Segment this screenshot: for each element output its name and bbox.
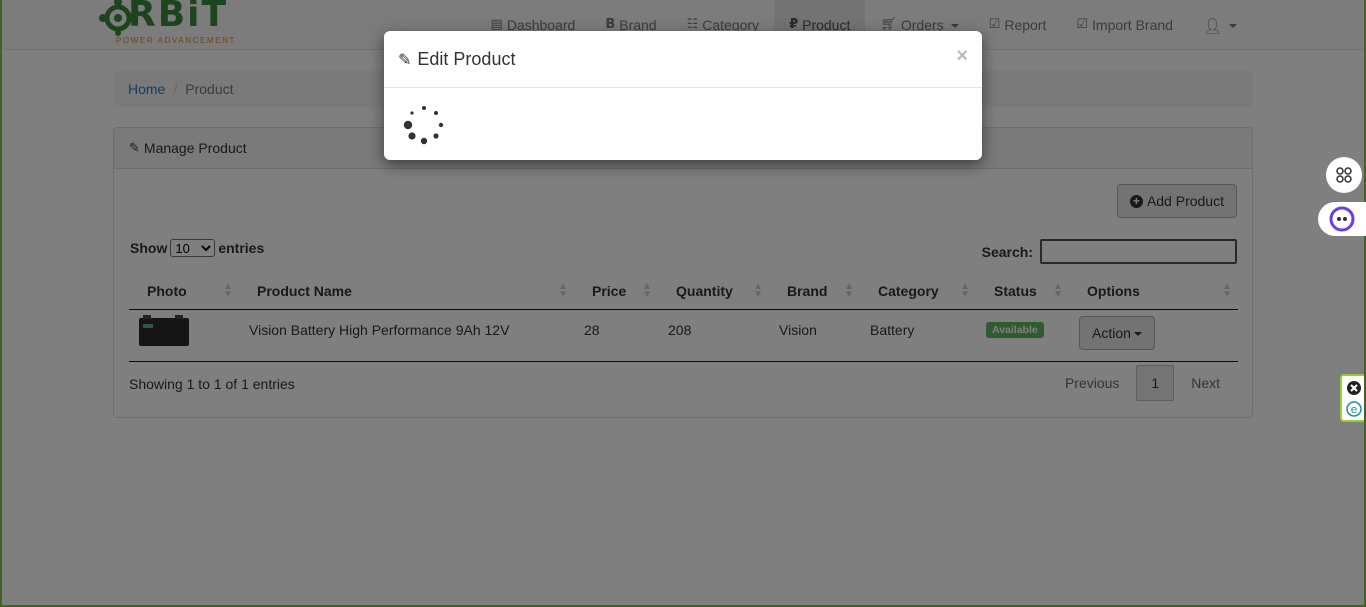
edit-product-modal: ✎ Edit Product × [384, 31, 982, 160]
svg-text:e: e [1351, 403, 1358, 416]
modal-header: ✎ Edit Product × [384, 31, 982, 88]
close-icon[interactable]: × [956, 45, 968, 68]
apps-widget-button[interactable] [1326, 157, 1362, 193]
modal-title: Edit Product [417, 48, 516, 69]
e-logo-icon[interactable]: e [1346, 401, 1362, 417]
assistant-widget-tab[interactable] [1318, 202, 1366, 236]
close-circle-icon[interactable] [1346, 380, 1362, 396]
assistant-face-icon [1329, 206, 1355, 232]
edit-icon: ✎ [398, 49, 412, 69]
side-extension-strip: e [1340, 374, 1364, 422]
grid-icon [1336, 167, 1352, 183]
loading-spinner-icon [403, 106, 444, 145]
